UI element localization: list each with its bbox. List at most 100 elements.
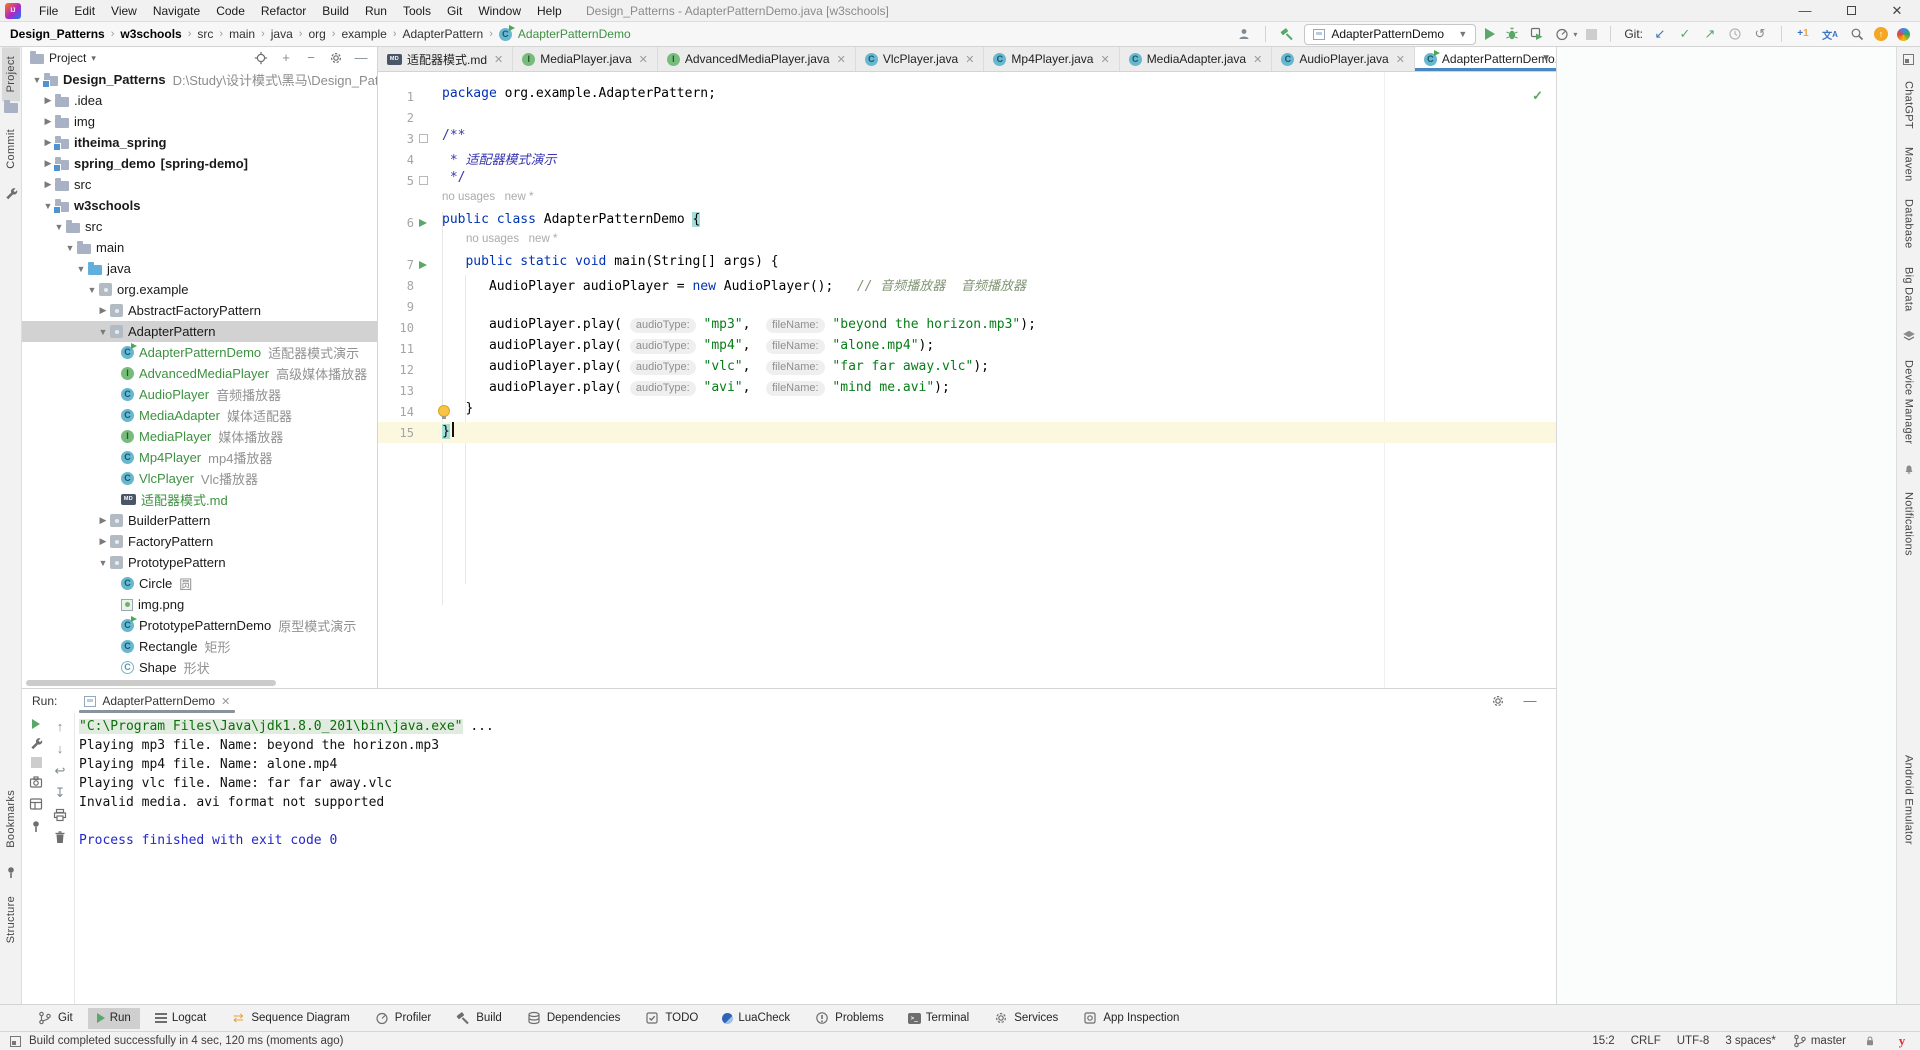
editor-tab-适配器模式-md[interactable]: MD适配器模式.md✕ [378,47,513,71]
run-settings-icon[interactable] [1490,693,1506,709]
git-branch-widget[interactable]: master [1792,1033,1846,1049]
stripe-tab-chatgpt[interactable]: ChatGPT [1900,72,1918,138]
stripe-tab-maven[interactable]: Maven [1900,138,1918,191]
restore-layout-button[interactable] [28,796,44,812]
breadcrumb-item[interactable]: main [229,27,255,41]
tab-close-icon[interactable]: ✕ [1100,53,1109,66]
tree-item-spring_demo[interactable]: ▶spring_demo[spring-demo] [22,153,377,174]
minimize-button[interactable]: — [1782,0,1828,22]
code-area[interactable]: 1package org.example.AdapterPattern;23/*… [378,72,1556,688]
run-configuration-select[interactable]: AdapterPatternDemo▼ [1304,24,1476,45]
line-ending[interactable]: CRLF [1631,1035,1661,1047]
git-rollback-button[interactable]: ↺ [1752,26,1768,42]
editor-tab-AudioPlayer-java[interactable]: CAudioPlayer.java✕ [1272,47,1415,71]
prev-occurrence-button[interactable]: ↑ [52,719,68,735]
hide-panel-icon[interactable]: — [353,50,369,66]
menu-item-code[interactable]: Code [208,1,253,21]
tree-item-img[interactable]: ▶img [22,111,377,132]
toolwindow-button-git[interactable]: Git [28,1008,82,1029]
editor-tab-Mp4Player-java[interactable]: CMp4Player.java✕ [984,47,1119,71]
horizontal-scrollbar[interactable] [26,680,276,686]
layers-tool-icon[interactable] [1901,328,1917,344]
breadcrumb-item[interactable]: src [197,27,213,41]
close-button[interactable]: ✕ [1874,0,1920,22]
select-opened-file-icon[interactable] [253,50,269,66]
stripe-tab-database[interactable]: Database [1900,190,1918,258]
plugin-ball-icon[interactable] [1897,28,1910,41]
fold-marker-icon[interactable] [419,176,428,185]
tree-chevron-icon[interactable]: ▼ [85,285,99,295]
tree-chevron-icon[interactable]: ▶ [96,305,110,316]
pin-tool-icon[interactable] [3,864,19,880]
editor-tab-MediaAdapter-java[interactable]: CMediaAdapter.java✕ [1120,47,1273,71]
profile-icon[interactable] [1236,26,1252,42]
stripe-tab-project[interactable]: Project [2,47,20,101]
tab-close-icon[interactable]: ✕ [494,53,503,66]
project-panel-title[interactable]: Project [49,51,86,65]
collapse-all-icon[interactable]: − [303,50,319,66]
tab-close-icon[interactable]: ✕ [1253,53,1262,66]
tree-item-src[interactable]: ▶src [22,174,377,195]
translate-icon[interactable]: 文A [1820,26,1840,42]
tree-item-BuilderPattern[interactable]: ▶BuilderPattern [22,510,377,531]
toolwindow-button-luacheck[interactable]: LuaCheck [713,1008,799,1029]
stop-button[interactable] [1586,29,1597,40]
stripe-tab-android-emulator[interactable]: Android Emulator [1900,746,1918,854]
caret-position[interactable]: 15:2 [1592,1035,1614,1047]
git-update-button[interactable]: ↙ [1652,26,1668,42]
tree-item-AdvancedMediaPlayer[interactable]: IAdvancedMediaPlayer高级媒体播放器 [22,363,377,384]
tree-item-VlcPlayer[interactable]: CVlcPlayerVlc播放器 [22,468,377,489]
tree-item-FactoryPattern[interactable]: ▶FactoryPattern [22,531,377,552]
wrench-tool-icon[interactable] [3,185,19,201]
tree-chevron-icon[interactable]: ▶ [41,95,55,106]
run-tab[interactable]: AdapterPatternDemo ✕ [77,689,237,713]
tree-item-java[interactable]: ▼java [22,258,377,279]
lock-icon[interactable] [1862,1033,1878,1049]
toolwindow-button-dependencies[interactable]: Dependencies [517,1008,630,1029]
fold-marker-icon[interactable] [419,134,428,143]
build-hammer-icon[interactable] [1279,26,1295,42]
toolwindow-button-services[interactable]: Services [984,1008,1067,1029]
run-line-icon[interactable] [419,219,427,227]
tab-close-icon[interactable]: ✕ [965,53,974,66]
stripe-tab-notifications[interactable]: Notifications [1900,483,1918,565]
stripe-tab-structure[interactable]: Structure [2,887,20,952]
breadcrumb-item[interactable]: org [308,27,325,41]
breadcrumb-item[interactable]: AdapterPatternDemo [518,27,631,41]
git-commit-button[interactable]: ✓ [1677,26,1693,42]
stop-process-button[interactable] [31,757,42,768]
tree-item-AudioPlayer[interactable]: CAudioPlayer音频播放器 [22,384,377,405]
tree-chevron-icon[interactable]: ▼ [96,558,110,568]
maximize-button[interactable] [1828,0,1874,22]
tree-item-MediaAdapter[interactable]: CMediaAdapter媒体适配器 [22,405,377,426]
rerun-button[interactable] [32,719,40,729]
toolwindow-button-problems[interactable]: Problems [805,1008,893,1029]
tab-close-icon[interactable]: ✕ [1396,53,1405,66]
tree-item-AdapterPatternDemo[interactable]: CAdapterPatternDemo适配器模式演示 [22,342,377,363]
git-history-button[interactable] [1727,26,1743,42]
tree-item-itheima_spring[interactable]: ▶itheima_spring [22,132,377,153]
stripe-tab-commit[interactable]: Commit [2,120,20,178]
chevron-down-icon[interactable]: ▾ [91,53,96,64]
tree-item-main[interactable]: ▼main [22,237,377,258]
breadcrumb-item[interactable]: AdapterPattern [403,27,484,41]
inspections-ok-icon[interactable]: ✓ [1532,88,1543,104]
menu-item-help[interactable]: Help [529,1,570,21]
menu-item-window[interactable]: Window [470,1,529,21]
tree-item-PrototypePattern[interactable]: ▼PrototypePattern [22,552,377,573]
toolwindow-button-sequence-diagram[interactable]: ⇄Sequence Diagram [221,1008,358,1029]
tree-chevron-icon[interactable]: ▼ [96,327,110,337]
folder-tool-icon[interactable] [4,103,18,113]
toolwindows-icon[interactable] [10,1036,21,1047]
expand-all-icon[interactable]: + [278,50,294,66]
profiler-button[interactable] [1554,26,1570,42]
chevron-down-icon[interactable]: ▾ [1573,30,1577,39]
stripe-tab-bookmarks[interactable]: Bookmarks [2,781,20,857]
scroll-to-end-button[interactable]: ↧ [52,785,68,801]
editor-tab-VlcPlayer-java[interactable]: CVlcPlayer.java✕ [856,47,985,71]
menu-item-file[interactable]: File [31,1,66,21]
pin-tab-button[interactable] [28,818,44,834]
tab-close-icon[interactable]: ✕ [837,53,846,66]
tree-item-org.example[interactable]: ▼org.example [22,279,377,300]
edit-configuration-button[interactable] [28,735,44,751]
